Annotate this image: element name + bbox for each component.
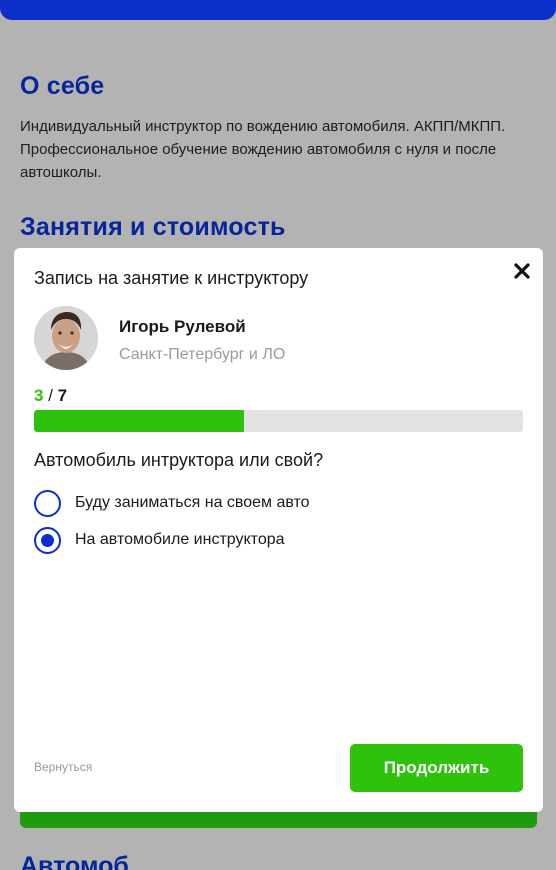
instructor-name: Игорь Рулевой <box>119 317 246 336</box>
top-header-bar <box>0 0 556 20</box>
question-text: Автомобиль интруктора или свой? <box>34 450 324 470</box>
avatar-photo <box>34 306 98 370</box>
about-section-title: О себе <box>20 72 105 100</box>
continue-button[interactable]: Продолжить <box>350 744 523 792</box>
progress-bar-fill <box>34 410 245 432</box>
progress-bar <box>34 410 523 432</box>
step-counter: 3 / 7 <box>34 386 67 406</box>
step-total: 7 <box>57 386 68 405</box>
car-section-title: Автомоб <box>20 852 129 870</box>
option-instructor-car-label: На автомобиле инструктора <box>75 531 285 548</box>
radio-own-car[interactable] <box>34 489 61 517</box>
option-own-car[interactable]: Буду заниматься на своем авто <box>34 489 310 517</box>
instructor-avatar <box>34 306 98 370</box>
step-separator: / <box>43 386 58 405</box>
booking-modal: Запись на занятие к инструктору Игорь Ру… <box>14 248 543 812</box>
close-button[interactable] <box>511 260 533 282</box>
radio-instructor-car[interactable] <box>34 526 61 554</box>
back-link[interactable]: Вернуться <box>34 760 92 774</box>
about-section-text: Индивидуальный инструктор по вождению ав… <box>20 118 506 181</box>
option-instructor-car[interactable]: На автомобиле инструктора <box>34 526 285 554</box>
option-own-car-label: Буду заниматься на своем авто <box>75 494 310 511</box>
lessons-price-title: Занятия и стоимость <box>20 213 286 241</box>
close-icon <box>514 263 530 279</box>
instructor-city: Санкт-Петербург и ЛО <box>119 346 286 363</box>
modal-title: Запись на занятие к инструктору <box>34 268 309 288</box>
